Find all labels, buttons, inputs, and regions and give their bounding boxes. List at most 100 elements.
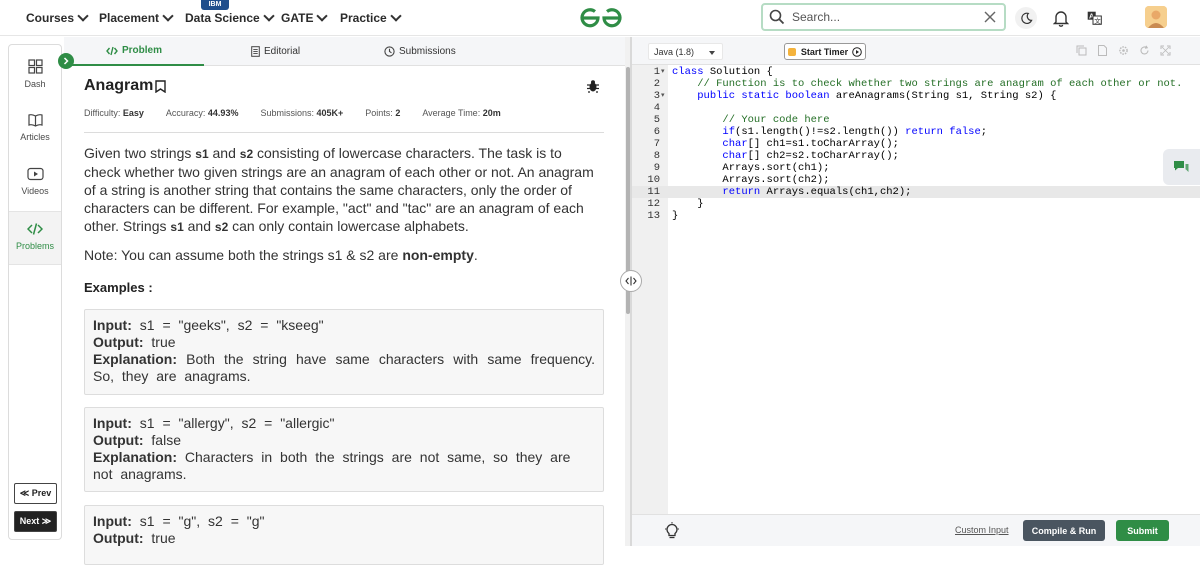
caret-down-icon — [709, 51, 715, 55]
chat-icon — [1174, 160, 1189, 172]
code-token: char — [722, 138, 748, 150]
bug-icon[interactable] — [586, 79, 600, 93]
input-value: s1 = "g", s2 = "g" — [139, 513, 265, 529]
nav-courses[interactable]: Courses — [26, 0, 89, 36]
nav-practice[interactable]: Practice — [340, 0, 402, 36]
tab-submissions[interactable]: Submissions — [384, 37, 456, 66]
sidebar-item-label: Problems — [15, 241, 54, 251]
problem-meta: Difficulty: Easy Accuracy: 44.93% Submis… — [84, 108, 523, 118]
editor-panel: Java (1.8) Start Timer 1 ▾ 2 3 ▾ 4 5 6 7… — [632, 37, 1200, 546]
prev-button[interactable]: ≪ Prev — [14, 483, 57, 504]
fold-arrow-icon[interactable]: ▾ — [661, 66, 665, 78]
code-line[interactable]: class Solution { — [672, 66, 773, 78]
sidebar-item-videos[interactable]: Videos — [9, 157, 61, 211]
chat-button[interactable] — [1163, 149, 1200, 185]
nav-data-science[interactable]: Data Science — [185, 0, 275, 36]
custom-input-link[interactable]: Custom Input — [955, 525, 1009, 535]
nav-gate[interactable]: GATE — [281, 0, 329, 36]
next-button[interactable]: Next ≫ — [14, 511, 57, 532]
line-number: 3 — [653, 90, 660, 102]
sidebar-item-problems[interactable]: Problems — [9, 211, 61, 265]
code-line[interactable]: public static boolean areAnagrams(String… — [672, 90, 1056, 102]
examples-heading: Examples : — [84, 280, 153, 295]
code-token: Solution { — [703, 66, 773, 78]
chevron-down-icon — [316, 10, 329, 22]
nav-courses-label: Courses — [26, 11, 75, 25]
code-line[interactable]: Arrays.sort(ch2); — [672, 174, 829, 186]
tab-label: Submissions — [399, 46, 456, 57]
example-box-3: Input: s1 = "g", s2 = "g" Output: true — [84, 505, 604, 565]
translate-button[interactable]: A 文 — [1083, 7, 1105, 29]
code-icon — [106, 46, 118, 55]
difficulty: Difficulty: Easy — [84, 108, 144, 118]
copy-icon[interactable] — [1076, 45, 1087, 56]
geeksforgeeks-logo[interactable] — [578, 6, 624, 30]
panel-resize-handle[interactable] — [620, 270, 642, 292]
search-input[interactable] — [792, 10, 972, 24]
nav-gate-label: GATE — [281, 11, 314, 25]
theme-toggle[interactable] — [1015, 7, 1037, 29]
description-text: can only contain lowercase alphabets. — [228, 218, 469, 234]
tab-editorial[interactable]: Editorial — [251, 37, 300, 66]
code-line[interactable]: char[] ch1=s1.toCharArray(); — [672, 138, 898, 150]
code-line[interactable]: if(s1.length()!=s2.length()) return fals… — [672, 126, 987, 138]
reset-icon[interactable] — [1139, 45, 1150, 56]
bell-icon — [1053, 10, 1069, 27]
editor-toolbar: Java (1.8) Start Timer — [632, 37, 1200, 65]
sidebar-item-dash[interactable]: Dash — [9, 49, 61, 103]
example-box-2: Input: s1 = "allergy", s2 = "allergic" O… — [84, 407, 604, 492]
output-label: Output: — [93, 334, 144, 350]
line-number: 4 — [653, 102, 660, 114]
chevron-down-icon — [162, 10, 174, 22]
code-line[interactable]: // Your code here — [672, 114, 829, 126]
code-line[interactable]: char[] ch2=s2.toCharArray(); — [672, 150, 899, 162]
code-line[interactable]: return Arrays.equals(ch1,ch2); — [672, 186, 911, 198]
fullscreen-icon[interactable] — [1160, 45, 1171, 56]
note-end: . — [473, 247, 478, 263]
code-token: (s1.length()!=s2.length()) — [735, 126, 906, 138]
clear-icon[interactable] — [984, 11, 996, 23]
line-number: 7 — [653, 138, 660, 150]
chevron-down-icon — [390, 10, 402, 22]
tab-problem[interactable]: Problem — [64, 37, 204, 66]
code-line[interactable]: // Function is to check whether two stri… — [672, 78, 1182, 90]
line-number: 12 — [647, 198, 660, 210]
dashboard-icon — [27, 59, 43, 74]
bookmark-icon[interactable] — [155, 79, 167, 93]
input-label: Input: — [93, 317, 132, 333]
language-select[interactable]: Java (1.8) — [648, 43, 723, 60]
sidebar-item-label: Dash — [24, 79, 46, 89]
search-box[interactable] — [761, 3, 1006, 31]
chevron-down-icon — [77, 10, 89, 22]
nav-placement[interactable]: Placement — [99, 0, 174, 36]
fold-arrow-icon[interactable]: ▾ — [661, 90, 665, 102]
code-s2: s2 — [239, 147, 254, 161]
code-line[interactable]: } — [672, 198, 703, 210]
line-number: 2 — [653, 78, 660, 90]
meta-label: Points: — [365, 108, 393, 118]
sidebar-collapse-toggle[interactable] — [58, 53, 74, 69]
avatar[interactable] — [1145, 6, 1167, 28]
sidebar-item-articles[interactable]: Articles — [9, 103, 61, 157]
sidebar-item-label: Articles — [20, 132, 50, 142]
notifications-button[interactable] — [1050, 7, 1072, 29]
start-timer-button[interactable]: Start Timer — [784, 43, 866, 60]
code-token: class — [672, 66, 704, 78]
problem-description: Given two strings s1 and s2 consisting o… — [84, 144, 596, 236]
line-number: 11 — [647, 186, 660, 198]
problem-tabs: Problem Editorial Submissions — [64, 37, 627, 66]
input-label: Input: — [93, 513, 132, 529]
code-line[interactable]: Arrays.sort(ch1); — [672, 162, 829, 174]
bulb-icon[interactable] — [664, 522, 680, 539]
line-number: 10 — [647, 174, 660, 186]
submit-button[interactable]: Submit — [1116, 520, 1169, 541]
code-line[interactable]: } — [672, 210, 678, 222]
meta-label: Submissions: — [260, 108, 314, 118]
compile-run-button[interactable]: Compile & Run — [1023, 520, 1105, 541]
settings-icon[interactable] — [1118, 45, 1129, 56]
code-token: [] ch2=s2.toCharArray(); — [747, 150, 899, 162]
file-icon[interactable] — [1097, 45, 1108, 56]
output-value: true — [151, 334, 176, 350]
